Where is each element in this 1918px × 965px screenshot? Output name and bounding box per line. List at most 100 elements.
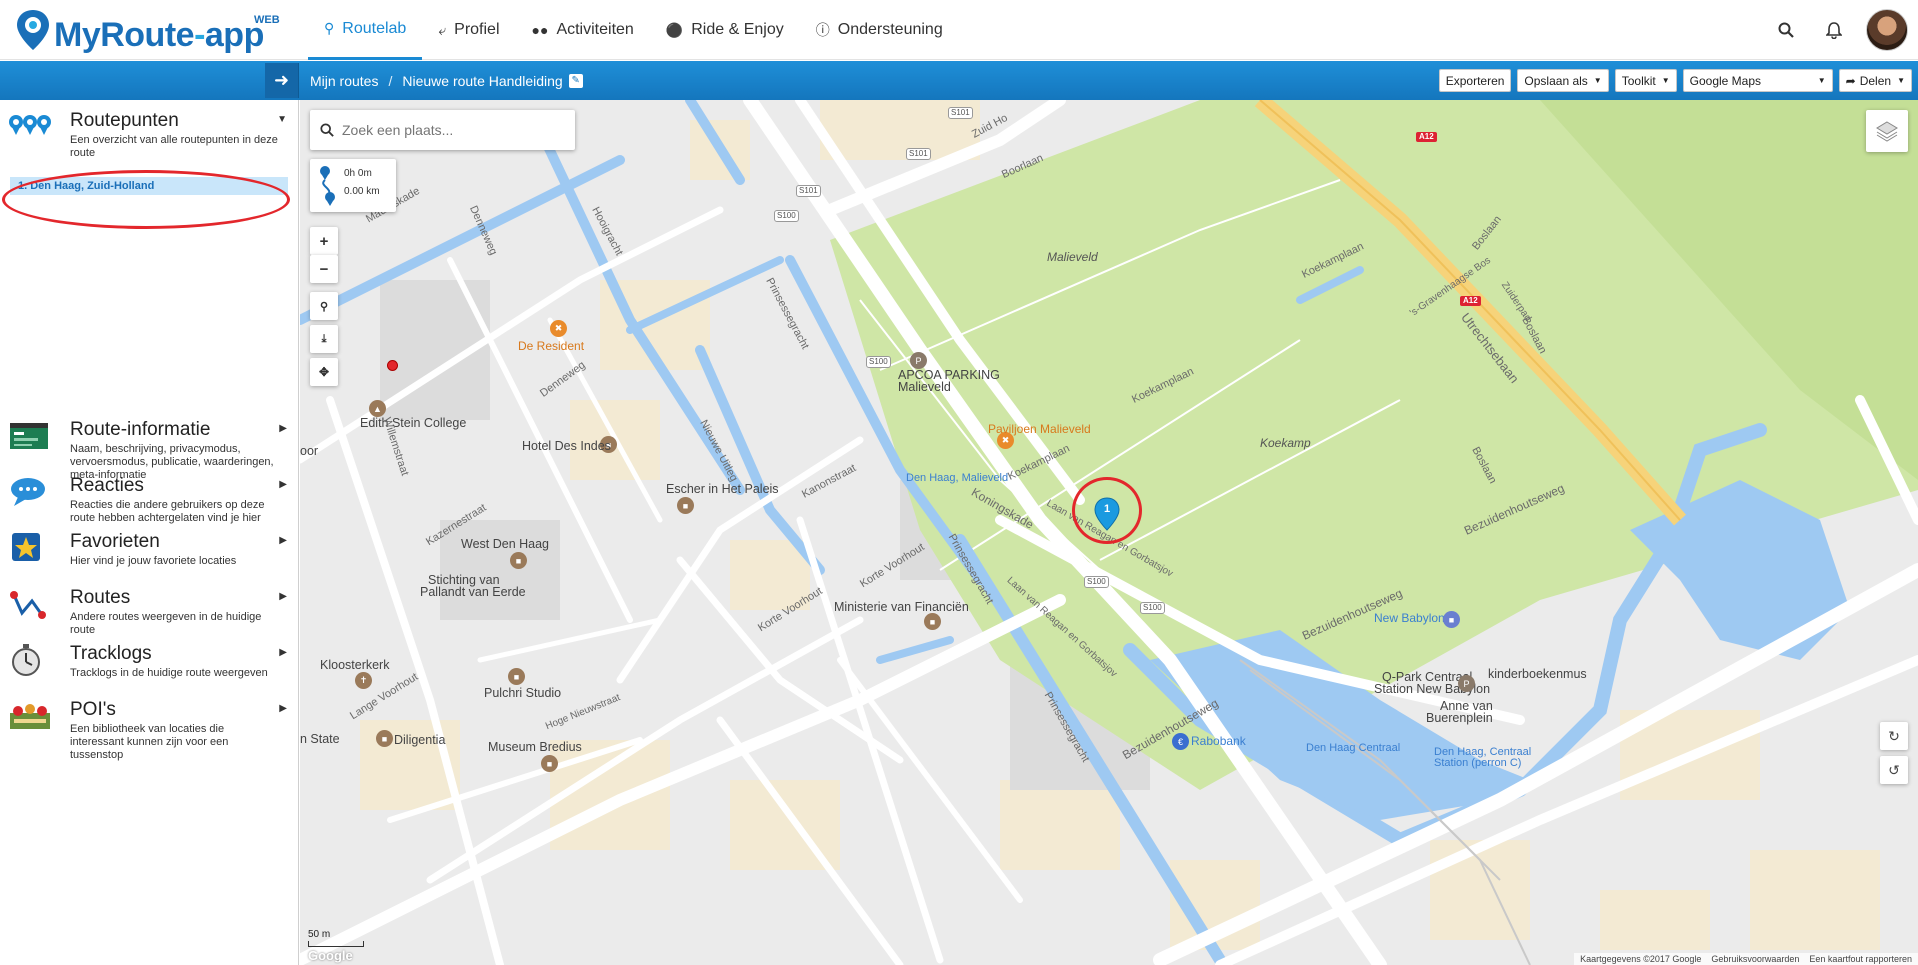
label-edith-stein: Edith Stein College bbox=[360, 416, 467, 430]
place-search-input[interactable] bbox=[342, 122, 562, 138]
bell-icon bbox=[1826, 21, 1842, 39]
museum-icon: ■ bbox=[677, 497, 694, 514]
route-toolbar: ➜ Mijn routes / Nieuwe route Handleiding… bbox=[0, 61, 1918, 100]
collapse-sidebar-button[interactable]: ➜ bbox=[265, 63, 299, 98]
edit-icon[interactable]: ✎ bbox=[568, 73, 583, 88]
caret-down-icon: ▼ bbox=[1897, 76, 1905, 85]
route-distance-icon bbox=[320, 166, 335, 206]
theater-icon: ■ bbox=[376, 730, 393, 747]
route-distance: 0.00 km bbox=[344, 186, 380, 197]
section-favorieten[interactable]: Favorieten Hier vind je jouw favoriete l… bbox=[0, 531, 299, 571]
map-pin-icon: ⚲ bbox=[319, 300, 329, 313]
label-diligentia: Diligentia bbox=[394, 733, 446, 747]
google-logo: Google bbox=[308, 948, 353, 963]
section-tracklogs[interactable]: Tracklogs Tracklogs in de huidige route … bbox=[0, 643, 299, 683]
caret-right-icon: ▶ bbox=[279, 479, 287, 490]
search-icon bbox=[320, 123, 334, 137]
crosshair-icon: ✥ bbox=[318, 365, 330, 379]
notifications-button[interactable] bbox=[1810, 0, 1858, 60]
search-button[interactable] bbox=[1762, 0, 1810, 60]
plus-icon: + bbox=[319, 232, 329, 250]
map-canvas[interactable]: Malieveld Koekamp P APCOA PARKING Maliev… bbox=[300, 100, 1918, 965]
app-logo[interactable]: MyRoute-app WEB bbox=[14, 6, 280, 54]
tab-profiel[interactable]: ⤶ Profiel bbox=[422, 0, 515, 60]
map-data-credit: Kaartgegevens ©2017 Google bbox=[1580, 954, 1702, 964]
tracklogs-desc: Tracklogs in de huidige route weergeven bbox=[70, 667, 268, 679]
save-as-dropdown[interactable]: Opslaan als ▼ bbox=[1517, 69, 1609, 92]
add-marker-button[interactable]: ⚲ bbox=[310, 292, 338, 320]
label-kloosterkerk: Kloosterkerk bbox=[320, 658, 390, 672]
label-escher: Escher in Het Paleis bbox=[666, 482, 779, 496]
tab-ondersteuning[interactable]: ⓘ Ondersteuning bbox=[800, 0, 959, 60]
route-shield-s100-3: S100 bbox=[1084, 576, 1109, 588]
toolkit-dropdown[interactable]: Toolkit ▼ bbox=[1614, 69, 1677, 92]
tracklogs-title: Tracklogs bbox=[70, 643, 152, 664]
breadcrumb-my-routes[interactable]: Mijn routes bbox=[310, 73, 378, 89]
section-routes[interactable]: Routes Andere routes weergeven in de hui… bbox=[0, 587, 299, 636]
route-shield-a12-2: A12 bbox=[1460, 296, 1481, 306]
import-button[interactable]: ⤓ bbox=[310, 325, 338, 353]
tab-activiteiten[interactable]: ●● Activiteiten bbox=[516, 0, 650, 60]
minus-icon: − bbox=[319, 260, 329, 278]
label-apcoa-2: Malieveld bbox=[898, 380, 951, 394]
favorieten-desc: Hier vind je jouw favoriete locaties bbox=[70, 555, 237, 567]
route-shield-s101-2: S101 bbox=[906, 148, 931, 160]
undo-button[interactable]: ↺ bbox=[1880, 756, 1908, 784]
caret-right-icon: ▶ bbox=[279, 423, 287, 434]
routepoints-icon bbox=[9, 115, 51, 135]
scale-bar bbox=[308, 941, 364, 947]
label-kinderboeken: kinderboekenmus bbox=[1488, 667, 1587, 681]
main-nav: ⚲ Routelab ⤶ Profiel ●● Activiteiten ⚫ Ride … bbox=[308, 0, 959, 60]
terms-link[interactable]: Gebruiksvoorwaarden bbox=[1711, 954, 1799, 964]
zoom-out-button[interactable]: − bbox=[310, 255, 338, 283]
scale-label: 50 m bbox=[308, 929, 331, 940]
tab-routelab[interactable]: ⚲ Routelab bbox=[308, 0, 423, 60]
star-icon bbox=[12, 533, 40, 561]
caret-right-icon: ▶ bbox=[279, 535, 287, 546]
section-reacties[interactable]: Reacties Reacties die andere gebruikers … bbox=[0, 475, 299, 524]
pois-title: POI's bbox=[70, 699, 116, 720]
tab-ride-enjoy[interactable]: ⚫ Ride & Enjoy bbox=[650, 0, 800, 60]
export-button[interactable]: Exporteren bbox=[1438, 69, 1512, 92]
route-shield-s101-3: S101 bbox=[796, 185, 821, 197]
breadcrumb-separator: / bbox=[388, 72, 393, 89]
section-route-informatie[interactable]: Route-informatie Naam, beschrijving, pri… bbox=[0, 419, 299, 481]
label-state: n State bbox=[300, 732, 340, 746]
toolbar-actions: Exporteren Opslaan als ▼ Toolkit ▼ Google … bbox=[1438, 69, 1912, 92]
label-new-babylon: New Babylon bbox=[1374, 611, 1445, 625]
label-dh-centraal-1: Den Haag Centraal bbox=[1306, 742, 1401, 754]
place-search-box[interactable] bbox=[310, 110, 575, 150]
comments-icon bbox=[11, 478, 45, 506]
caret-right-icon: ▶ bbox=[279, 591, 287, 602]
undo-icon: ↺ bbox=[1888, 761, 1900, 778]
government-icon: ■ bbox=[924, 613, 941, 630]
section-routepunten[interactable]: Routepunten Een overzicht van alle route… bbox=[0, 110, 299, 159]
route-shield-s100-2: S100 bbox=[866, 356, 891, 368]
report-error-link[interactable]: Een kaartfout rapporteren bbox=[1809, 954, 1912, 964]
locate-button[interactable]: ✥ bbox=[310, 358, 338, 386]
breadcrumb: Mijn routes / Nieuwe route Handleiding ✎ bbox=[310, 61, 583, 100]
route-duration: 0h 0m bbox=[344, 168, 372, 179]
route-shield-s100: S100 bbox=[774, 210, 799, 222]
zoom-in-button[interactable]: + bbox=[310, 227, 338, 255]
refresh-button[interactable]: ↻ bbox=[1880, 722, 1908, 750]
search-icon bbox=[1778, 22, 1794, 38]
section-pois[interactable]: POI's Een bibliotheek van locaties die i… bbox=[0, 699, 299, 761]
caret-right-icon: ▶ bbox=[279, 703, 287, 714]
top-navbar: MyRoute-app WEB ⚲ Routelab ⤶ Profiel ●● Act… bbox=[0, 0, 1918, 60]
refresh-icon: ↻ bbox=[1888, 727, 1900, 744]
poi-icon bbox=[10, 704, 50, 729]
church-icon: ✝ bbox=[355, 672, 372, 689]
caret-down-icon: ▼ bbox=[277, 114, 287, 125]
share-arrow-icon: ➦ bbox=[1845, 73, 1856, 88]
user-avatar[interactable] bbox=[1866, 9, 1908, 51]
routes-icon bbox=[10, 591, 46, 619]
shopping-icon: ■ bbox=[1443, 611, 1460, 628]
map-provider-select[interactable]: Google Maps ▼ bbox=[1682, 69, 1833, 92]
label-hotel-des-indes: Hotel Des Indes bbox=[522, 439, 611, 453]
share-dropdown[interactable]: ➦ Delen ▼ bbox=[1838, 69, 1912, 92]
map-layers-button[interactable] bbox=[1866, 110, 1908, 152]
label-oor: oor bbox=[300, 444, 319, 458]
label-anne-2: Buerenplein bbox=[1426, 711, 1493, 725]
map-marker-icon: ⚲ bbox=[324, 20, 335, 36]
